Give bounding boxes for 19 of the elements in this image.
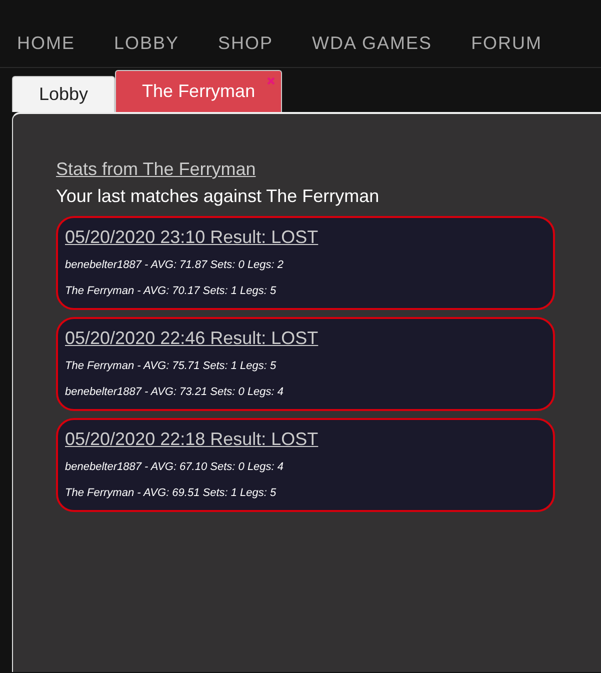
match-link[interactable]: 05/20/2020 22:46 Result: LOST [65, 325, 318, 352]
player-stats: benebelter1887 - AVG: 73.21 Sets: 0 Legs: 4 [65, 384, 285, 400]
tab[interactable]: The Ferryman [115, 70, 282, 112]
player-stats: benebelter1887 - AVG: 67.10 Sets: 0 Legs: 4 [65, 460, 285, 475]
match-link[interactable]: 05/20/2020 22:18 Result: LOST [65, 426, 318, 453]
player-stats: benebelter1887 - AVG: 71.87 Sets: 0 Legs: 2 [65, 258, 285, 273]
player-stats: The Ferryman - AVG: 75.71 Sets: 1 Legs: 5 [65, 359, 278, 374]
stats-link[interactable]: Stats from The Ferryman [56, 159, 256, 179]
match-link[interactable]: 05/20/2020 23:10 Result: LOST [65, 224, 318, 251]
nav-link[interactable]: SHOP [218, 30, 274, 57]
close-icon[interactable] [267, 77, 276, 85]
nav-link[interactable]: HOME [17, 30, 75, 57]
nav-link[interactable]: FORUM [471, 30, 542, 57]
player-stats: The Ferryman - AVG: 69.51 Sets: 1 Legs: 5 [65, 486, 278, 500]
nav-link[interactable]: LOBBY [114, 30, 180, 57]
section-heading: Your last matches against The Ferryman [56, 185, 380, 208]
tab[interactable]: Lobby [12, 76, 116, 112]
player-stats: The Ferryman - AVG: 70.17 Sets: 1 Legs: 5 [65, 284, 278, 298]
nav-link[interactable]: WDA GAMES [312, 30, 432, 57]
